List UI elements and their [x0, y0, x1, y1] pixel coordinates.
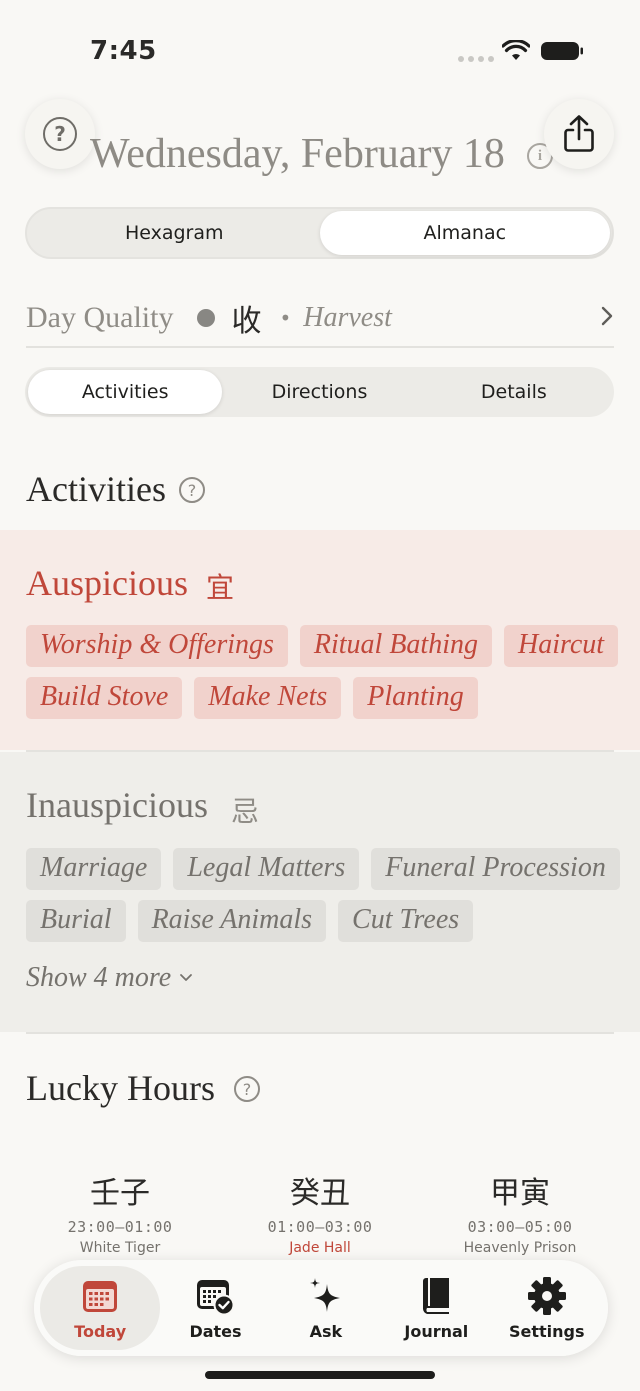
day-quality-dot-icon — [197, 309, 216, 327]
question-circle-icon: ? — [43, 117, 77, 151]
divider — [26, 750, 614, 752]
battery-icon — [541, 42, 583, 60]
auspicious-tag: Make Nets — [194, 677, 342, 719]
lucky-hour-item[interactable]: 甲寅 03:00–05:00 Heavenly Prison — [420, 1168, 620, 1256]
tab-activities[interactable]: Activities — [28, 370, 223, 414]
section-segmented-control: Activities Directions Details — [25, 367, 614, 417]
chevron-right-icon — [601, 306, 613, 326]
sparkles-icon — [309, 1277, 340, 1312]
tab-hexagram[interactable]: Hexagram — [29, 211, 320, 255]
divider — [26, 1032, 614, 1034]
day-quality-meaning: Harvest — [303, 302, 392, 333]
hour-name: White Tiger — [79, 1240, 161, 1256]
lucky-hours-title: Lucky Hours — [26, 1068, 215, 1108]
day-quality-separator: • — [279, 306, 292, 330]
chevron-down-icon — [180, 974, 193, 981]
inauspicious-tag: Raise Animals — [137, 900, 327, 942]
page-title: Wednesday, February 18 — [90, 131, 505, 177]
day-quality-row[interactable]: Day Quality 收 • Harvest — [26, 290, 614, 348]
inauspicious-tag: Cut Trees — [338, 900, 474, 942]
calendar-icon — [83, 1280, 118, 1312]
tab-details[interactable]: Details — [417, 370, 611, 414]
tab-settings[interactable]: Settings — [492, 1266, 602, 1350]
tab-journal[interactable]: Journal — [381, 1266, 491, 1350]
book-icon — [423, 1277, 450, 1314]
gear-icon — [527, 1276, 566, 1315]
status-time: 7:45 — [90, 36, 157, 66]
auspicious-title: Auspicious — [26, 563, 188, 603]
tab-label: Dates — [189, 1321, 242, 1341]
inauspicious-tag: Funeral Procession — [371, 848, 620, 890]
inauspicious-tag: Marriage — [26, 848, 162, 890]
tab-dates[interactable]: Dates — [160, 1266, 270, 1350]
inauspicious-tag-list: Marriage Legal Matters Funeral Processio… — [26, 848, 626, 942]
hour-name: Heavenly Prison — [463, 1240, 577, 1256]
hour-range: 01:00–03:00 — [267, 1218, 373, 1236]
lucky-hour-item[interactable]: 癸丑 01:00–03:00 Jade Hall — [220, 1168, 420, 1256]
tab-label: Ask — [309, 1321, 343, 1341]
tab-almanac[interactable]: Almanac — [319, 211, 610, 255]
show-more-label: Show 4 more — [26, 962, 172, 993]
lucky-hour-item[interactable]: 壬子 23:00–01:00 White Tiger — [20, 1168, 220, 1256]
signal-dots-icon — [458, 56, 494, 62]
tab-today[interactable]: Today — [40, 1266, 161, 1350]
activities-title: Activities — [26, 469, 166, 509]
tab-label: Today — [74, 1321, 127, 1341]
tab-ask[interactable]: Ask — [271, 1266, 381, 1350]
lucky-hours-list: 壬子 23:00–01:00 White Tiger 癸丑 01:00–03:0… — [20, 1168, 620, 1256]
auspicious-tag: Planting — [353, 677, 478, 719]
wifi-icon — [502, 40, 530, 60]
inauspicious-title: Inauspicious — [26, 785, 208, 825]
auspicious-tag-list: Worship & Offerings Ritual Bathing Hairc… — [26, 625, 626, 719]
show-more-button[interactable]: Show 4 more — [26, 962, 193, 994]
share-button[interactable] — [544, 99, 614, 169]
day-quality-label: Day Quality — [26, 301, 174, 334]
tab-label: Settings — [508, 1321, 585, 1341]
auspicious-char: 宜 — [206, 571, 235, 604]
auspicious-tag: Worship & Offerings — [26, 625, 288, 667]
inauspicious-char: 忌 — [231, 795, 260, 828]
hour-ganzhi: 壬子 — [90, 1176, 150, 1211]
hour-name: Jade Hall — [289, 1240, 351, 1256]
mode-segmented-control: Hexagram Almanac — [25, 207, 614, 259]
hour-range: 03:00–05:00 — [467, 1218, 573, 1236]
tab-label: Journal — [404, 1321, 469, 1341]
lucky-hours-help-icon[interactable]: ? — [234, 1076, 260, 1102]
hour-range: 23:00–01:00 — [67, 1218, 173, 1236]
tab-directions[interactable]: Directions — [222, 370, 416, 414]
calendar-check-icon — [197, 1279, 235, 1315]
inauspicious-tag: Legal Matters — [173, 848, 360, 890]
activities-help-icon[interactable]: ? — [179, 477, 205, 503]
home-indicator[interactable] — [205, 1371, 435, 1379]
auspicious-tag: Ritual Bathing — [299, 625, 492, 667]
auspicious-tag: Haircut — [504, 625, 619, 667]
share-icon — [564, 115, 594, 152]
hour-ganzhi: 癸丑 — [290, 1176, 350, 1211]
inauspicious-tag: Burial — [26, 900, 126, 942]
help-button[interactable]: ? — [25, 99, 95, 169]
auspicious-tag: Build Stove — [26, 677, 183, 719]
tab-bar: Today Dates Ask Journal Settings — [34, 1260, 608, 1356]
hour-ganzhi: 甲寅 — [490, 1176, 550, 1211]
day-quality-char: 收 — [231, 304, 262, 339]
